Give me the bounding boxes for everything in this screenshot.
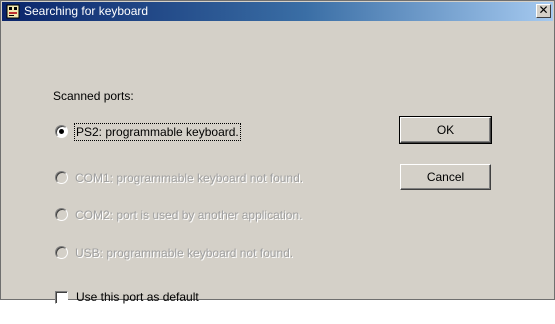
scanned-ports-label: Scanned ports: (53, 89, 134, 103)
radio-usb[interactable] (55, 246, 68, 259)
port-option-com1[interactable]: COM1: programmable keyboard not found. (55, 170, 355, 186)
port-option-com2[interactable]: COM2: port is used by another applicatio… (55, 207, 355, 223)
port-option-usb[interactable]: USB: programmable keyboard not found. (55, 245, 355, 261)
radio-ps2[interactable] (55, 125, 68, 138)
port-option-ps2-label: PS2: programmable keyboard. (74, 123, 241, 141)
radio-com1[interactable] (55, 171, 68, 184)
port-option-com2-label: COM2: port is used by another applicatio… (75, 208, 303, 222)
use-as-default-label[interactable]: Use this port as default (76, 290, 199, 304)
ok-button[interactable]: OK (399, 116, 492, 144)
dialog-title: Searching for keyboard (24, 4, 149, 18)
port-option-com1-label: COM1: programmable keyboard not found. (75, 171, 304, 185)
app-icon (6, 4, 20, 19)
port-option-ps2[interactable]: PS2: programmable keyboard. (55, 123, 315, 141)
radio-selected-dot (59, 129, 64, 134)
title-bar[interactable]: Searching for keyboard ✕ (2, 2, 553, 21)
close-icon: ✕ (538, 3, 549, 17)
radio-com2[interactable] (55, 208, 68, 221)
close-button[interactable]: ✕ (536, 4, 551, 18)
use-as-default-checkbox[interactable] (55, 291, 68, 304)
cancel-button[interactable]: Cancel (400, 164, 491, 190)
port-option-usb-label: USB: programmable keyboard not found. (75, 246, 294, 260)
searching-keyboard-dialog: Searching for keyboard ✕ Scanned ports: … (0, 0, 555, 304)
